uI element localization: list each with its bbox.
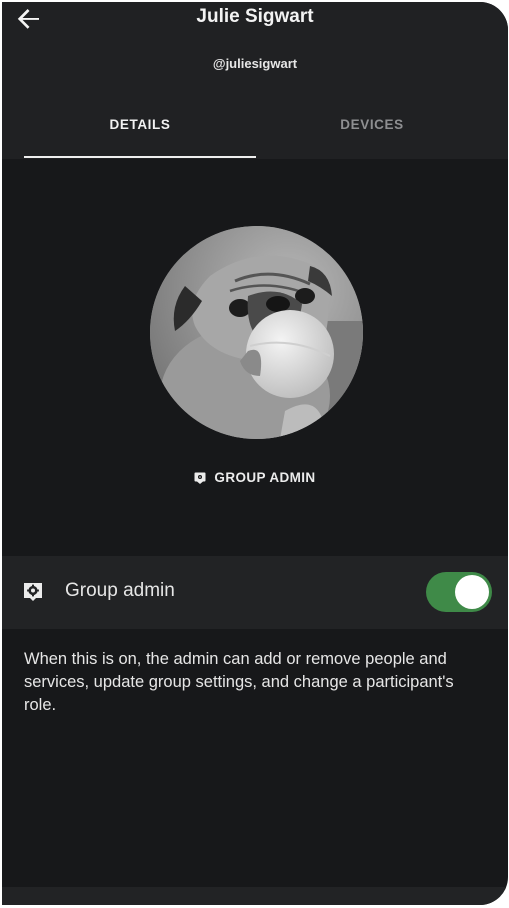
active-tab-indicator <box>24 156 256 158</box>
screen: Julie Sigwart @juliesigwart DETAILS DEVI… <box>2 2 508 905</box>
contact-handle: @juliesigwart <box>212 56 298 71</box>
admin-settings-icon <box>24 583 42 601</box>
profile-header: Julie Sigwart @juliesigwart DETAILS DEVI… <box>2 2 508 159</box>
group-admin-toggle[interactable] <box>426 572 492 612</box>
tab-devices[interactable]: DEVICES <box>256 100 488 159</box>
tab-bar: DETAILS DEVICES <box>2 100 508 159</box>
avatar <box>150 226 363 439</box>
pug-photo <box>150 226 363 439</box>
role-label: GROUP ADMIN <box>214 470 316 485</box>
contact-name: Julie Sigwart <box>196 6 314 27</box>
role-badge: GROUP ADMIN <box>2 470 508 485</box>
group-admin-setting-row[interactable]: Group admin <box>2 556 508 629</box>
bottom-edge <box>2 887 508 905</box>
admin-badge-icon <box>194 472 206 484</box>
setting-label: Group admin <box>65 580 175 601</box>
toggle-knob <box>455 575 489 609</box>
setting-description: When this is on, the admin can add or re… <box>24 650 454 714</box>
tab-details[interactable]: DETAILS <box>24 100 256 159</box>
